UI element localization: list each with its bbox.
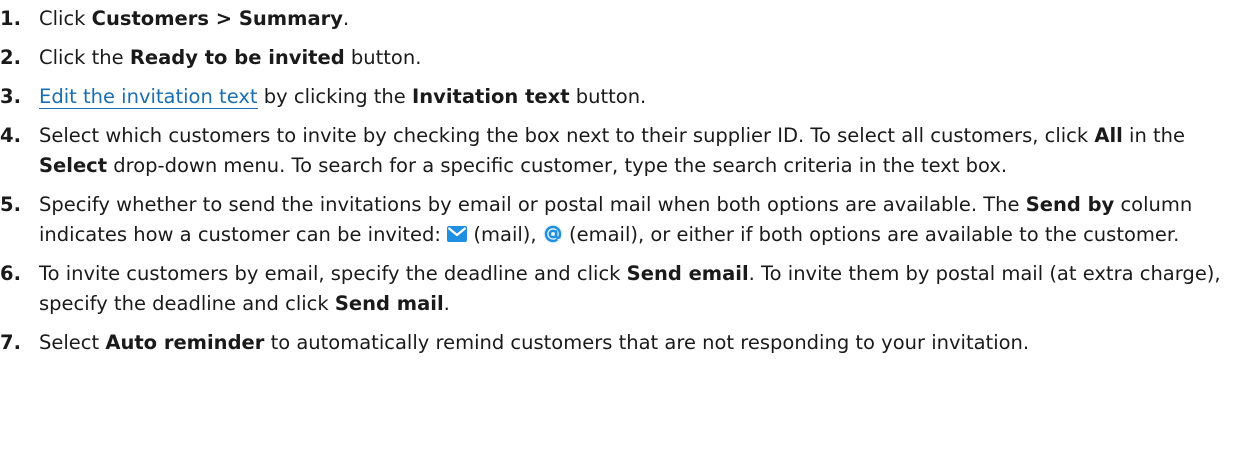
step-3: 3. Edit the invitation text by clicking … (0, 82, 1255, 112)
column-name: Send by (1025, 193, 1115, 216)
step-text: button. (569, 85, 647, 108)
step-5: 5. Specify whether to send the invitatio… (0, 190, 1255, 250)
menu-name: Select (39, 154, 108, 177)
step-text: Click the (39, 46, 130, 69)
step-text: drop-down menu. To search for a specific… (107, 154, 1008, 177)
step-2: 2. Click the Ready to be invited button. (0, 43, 1255, 73)
step-number: 6. (0, 262, 21, 285)
step-text: . (342, 7, 350, 30)
step-text: to automatically remind customers that a… (264, 331, 1030, 354)
step-text: . (443, 292, 450, 315)
step-6: 6. To invite customers by email, specify… (0, 259, 1255, 319)
step-text: Select which customers to invite by chec… (39, 124, 1095, 147)
instruction-steps: 1. Click Customers > Summary. 2. Click t… (0, 0, 1255, 358)
step-number: 7. (0, 331, 21, 354)
step-7: 7. Select Auto reminder to automatically… (0, 328, 1255, 358)
button-name: Ready to be invited (129, 46, 345, 69)
step-1: 1. Click Customers > Summary. (0, 4, 1255, 34)
envelope-icon (447, 226, 468, 242)
step-text: in the (1122, 124, 1186, 147)
menu-path: Customers > Summary (91, 7, 343, 30)
edit-invitation-text-link[interactable]: Edit the invitation text (39, 85, 258, 109)
step-text: Click (39, 7, 92, 30)
step-number: 5. (0, 193, 21, 216)
step-text: To invite customers by email, specify th… (39, 262, 627, 285)
button-name: Send email (626, 262, 749, 285)
button-name: Invitation text (411, 85, 570, 108)
step-text: (mail), (467, 223, 543, 246)
step-number: 3. (0, 85, 21, 108)
step-number: 4. (0, 124, 21, 147)
step-number: 2. (0, 46, 21, 69)
button-name: Send mail (334, 292, 444, 315)
option-name: Auto reminder (105, 331, 265, 354)
step-text: button. (344, 46, 422, 69)
step-4: 4. Select which customers to invite by c… (0, 121, 1255, 181)
option-name: All (1094, 124, 1123, 147)
at-sign-icon (543, 224, 563, 244)
step-text: (email), or either if both options are a… (562, 223, 1180, 246)
step-text: by clicking the (257, 85, 412, 108)
step-text: Select (39, 331, 106, 354)
step-number: 1. (0, 7, 21, 30)
step-text: Specify whether to send the invitations … (39, 193, 1026, 216)
